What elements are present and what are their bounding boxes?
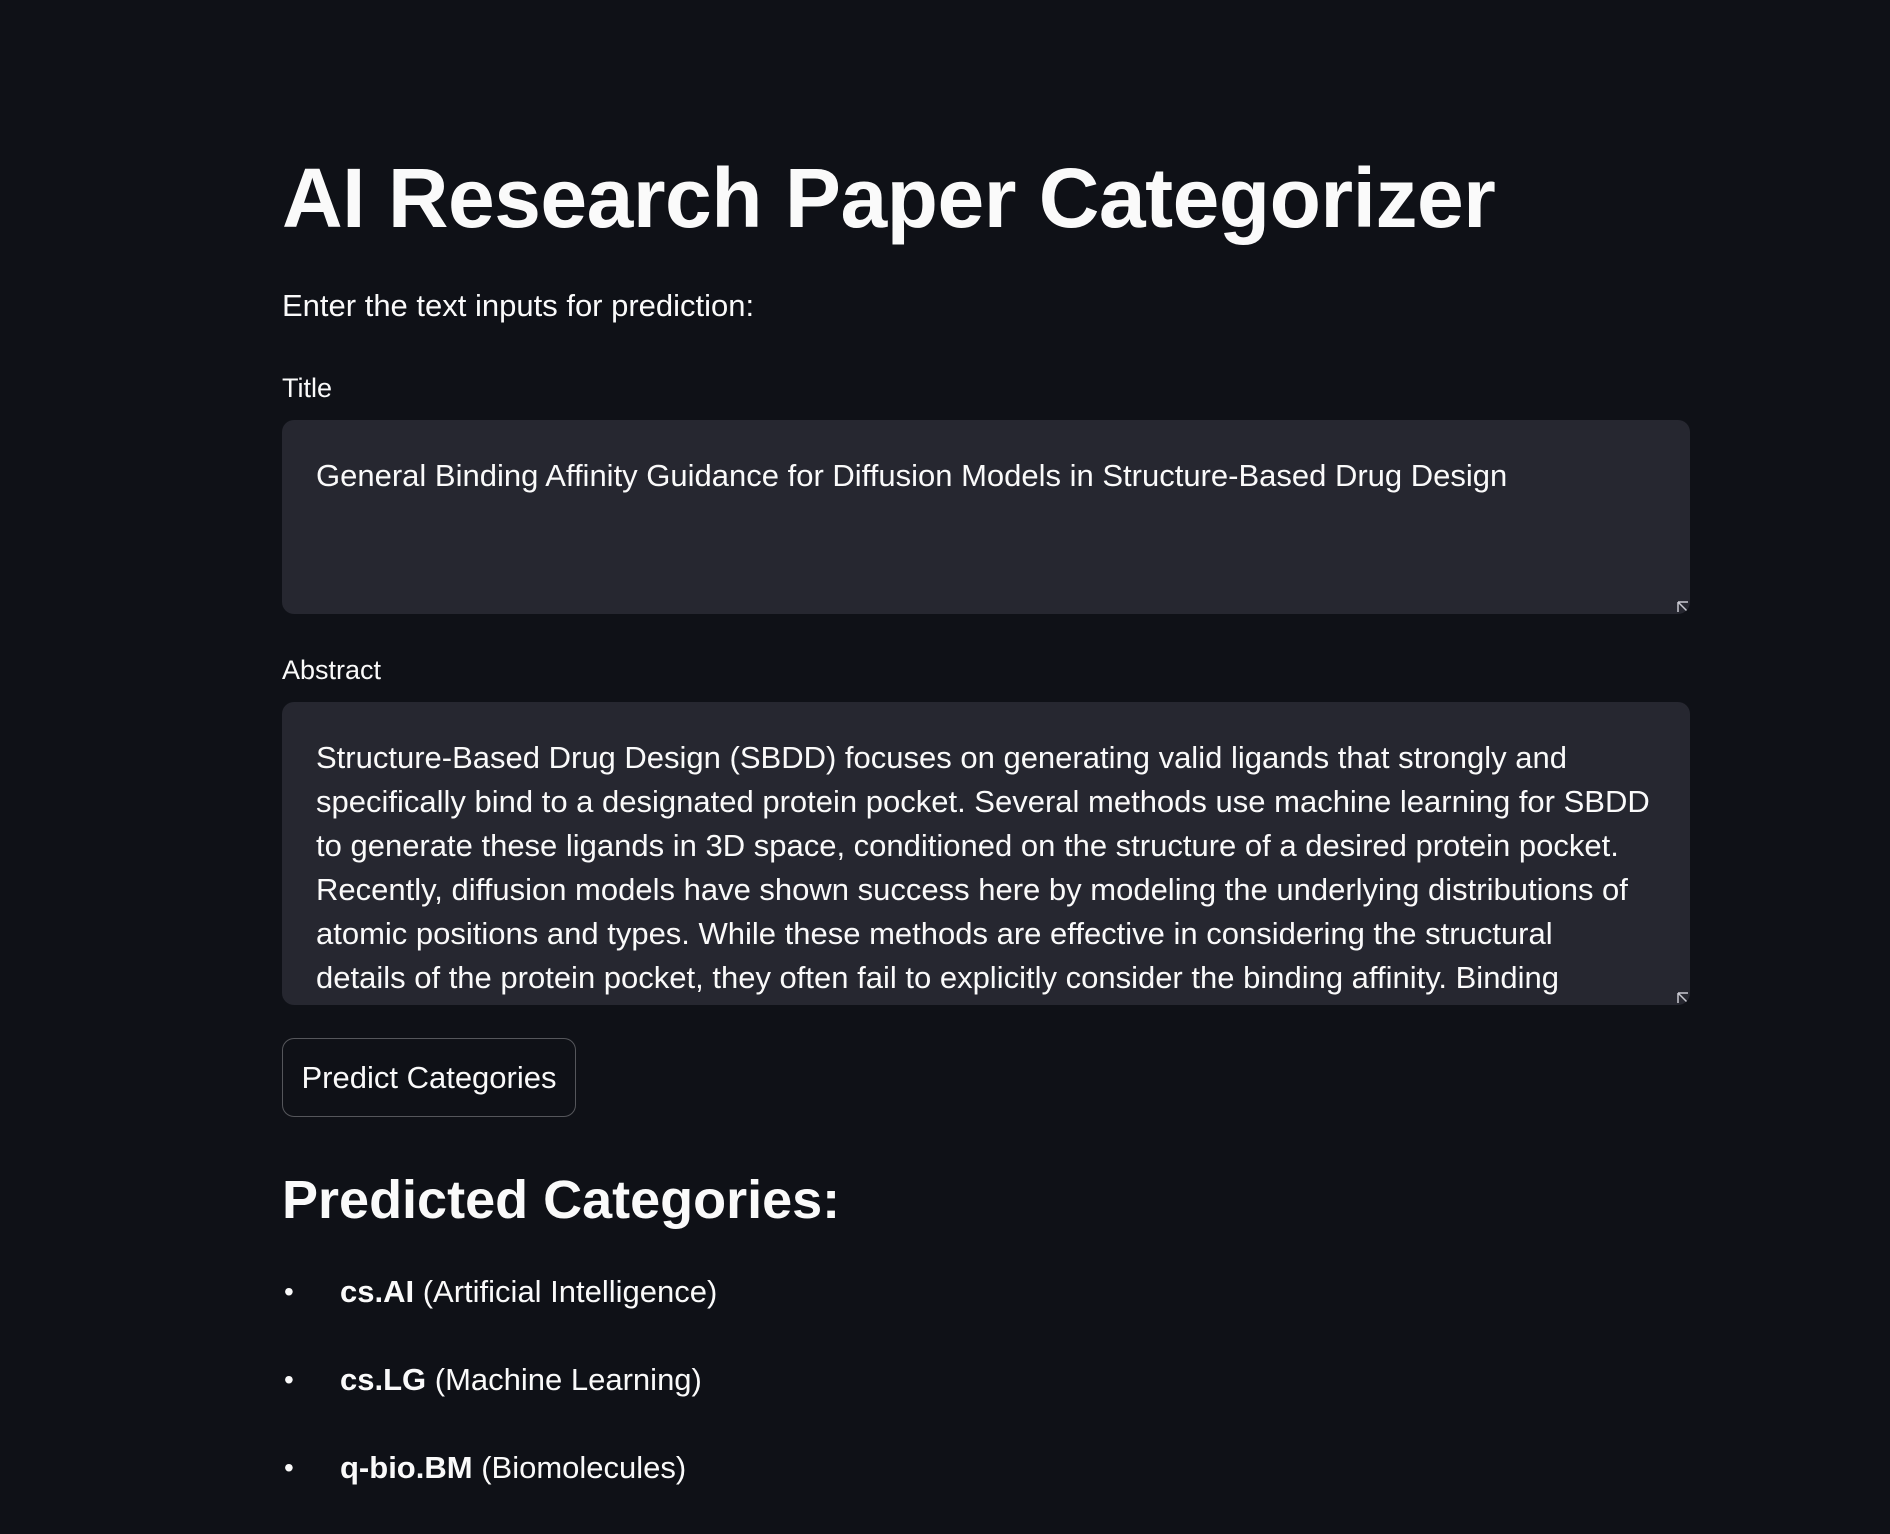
title-label: Title bbox=[282, 373, 333, 403]
resize-grip-icon[interactable] bbox=[1676, 600, 1690, 614]
bullet-icon: • bbox=[284, 1452, 294, 1483]
abstract-textarea[interactable]: Structure-Based Drug Design (SBDD) focus… bbox=[282, 702, 1690, 1005]
title-textarea-value: General Binding Affinity Guidance for Di… bbox=[316, 458, 1508, 493]
bullet-icon: • bbox=[284, 1364, 294, 1395]
resize-grip-icon[interactable] bbox=[1676, 991, 1690, 1005]
title-textarea[interactable]: General Binding Affinity Guidance for Di… bbox=[282, 420, 1690, 614]
abstract-textarea-value: Structure-Based Drug Design (SBDD) focus… bbox=[316, 740, 1650, 1005]
category-code: cs.AI bbox=[340, 1274, 415, 1309]
abstract-label: Abstract bbox=[282, 655, 382, 685]
category-description: (Artificial Intelligence) bbox=[422, 1274, 718, 1309]
page-title: AI Research Paper Categorizer bbox=[282, 151, 1496, 245]
category-code: q-bio.BM bbox=[340, 1450, 473, 1485]
category-entry: cs.LG (Machine Learning) bbox=[340, 1358, 702, 1402]
category-description: (Machine Learning) bbox=[434, 1362, 702, 1397]
category-entry: cs.AI (Artificial Intelligence) bbox=[340, 1270, 717, 1314]
category-entry: q-bio.BM (Biomolecules) bbox=[340, 1446, 686, 1490]
category-description: (Biomolecules) bbox=[481, 1450, 687, 1485]
predict-categories-button[interactable]: Predict Categories bbox=[282, 1038, 576, 1117]
category-code: cs.LG bbox=[340, 1362, 427, 1397]
bullet-icon: • bbox=[284, 1276, 294, 1307]
results-heading: Predicted Categories: bbox=[282, 1170, 841, 1230]
intro-text: Enter the text inputs for prediction: bbox=[282, 288, 755, 323]
